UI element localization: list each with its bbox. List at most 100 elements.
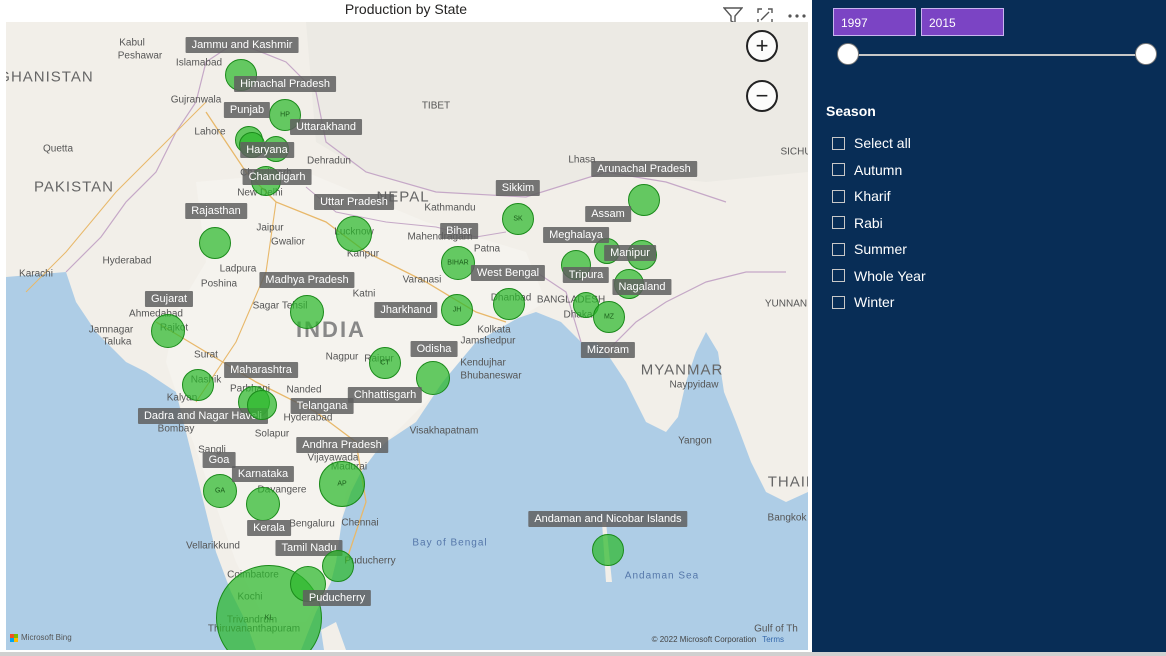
map-place-label: Dehradun (307, 155, 351, 167)
year-slider-end-handle[interactable] (1135, 43, 1157, 65)
state-bubble-jharkhand[interactable]: JH (441, 294, 473, 326)
year-start-input[interactable]: 1997 (833, 8, 916, 36)
state-label-telangana: Telangana (290, 398, 354, 414)
season-option-whole-year[interactable]: Whole Year (832, 263, 926, 290)
season-option-select-all[interactable]: Select all (832, 130, 926, 157)
checkbox-icon[interactable] (832, 295, 845, 309)
checkbox-icon[interactable] (832, 189, 845, 203)
map-place-label: MYANMAR (640, 361, 724, 379)
season-option-label: Select all (854, 135, 911, 152)
season-slicer-title: Season (826, 103, 876, 119)
checkbox-icon[interactable] (832, 242, 845, 256)
state-code: JH (452, 306, 462, 314)
checkbox-icon[interactable] (832, 269, 845, 283)
year-slider-start-handle[interactable] (837, 43, 859, 65)
checkbox-icon[interactable] (832, 216, 845, 230)
map-place-label: Gulf of Th (754, 623, 798, 635)
map-place-label: Quetta (42, 143, 74, 155)
season-option-summer[interactable]: Summer (832, 236, 926, 263)
map-place-label: Ladpura (219, 263, 257, 275)
checkbox-icon[interactable] (832, 163, 845, 177)
state-bubble-puducherry[interactable] (322, 550, 354, 582)
state-label-sikkim: Sikkim (495, 180, 541, 196)
season-option-label: Winter (854, 294, 895, 311)
zoom-in-button[interactable]: + (746, 30, 778, 62)
map-place-label: Karachi (19, 268, 53, 280)
map-place-label: Kathmandu (424, 202, 476, 214)
state-label-bihar: Bihar (440, 223, 478, 239)
season-option-label: Whole Year (854, 267, 926, 284)
season-option-autumn[interactable]: Autumn (832, 157, 926, 184)
state-bubble-sikkim[interactable]: SK (502, 203, 534, 235)
map-place-label: Naypyidaw (669, 379, 719, 391)
state-bubble-andhra-pradesh[interactable]: AP (319, 461, 365, 507)
map-place-label: Gujranwala (170, 94, 222, 106)
year-end-input[interactable]: 2015 (921, 8, 1004, 36)
state-code: KL (264, 614, 274, 622)
map-place-label: THAILA (767, 473, 808, 491)
state-code: BIHAR (447, 259, 469, 267)
season-option-label: Summer (854, 241, 907, 258)
state-label-himachal-pradesh: Himachal Pradesh (234, 76, 336, 92)
state-label-odisha: Odisha (410, 341, 458, 357)
state-code: AP (337, 480, 347, 488)
state-bubble-rajasthan[interactable] (199, 227, 231, 259)
state-label-karnataka: Karnataka (231, 466, 295, 482)
checkbox-icon[interactable] (832, 136, 845, 150)
map-place-label: Jamshedpur (460, 335, 516, 347)
map-place-label: Chennai (341, 517, 379, 529)
map-canvas[interactable]: GHANISTAN PAKISTAN INDIA NEPAL TIBET BANGLADE… (6, 22, 808, 650)
state-bubble-telangana[interactable] (247, 390, 277, 420)
map-place-label: Peshawar (117, 50, 163, 62)
map-place-label: Kendujhar (460, 357, 506, 369)
zoom-out-button[interactable]: − (746, 80, 778, 112)
microsoft-logo-icon (10, 633, 18, 642)
state-bubble-maharashtra[interactable] (182, 369, 214, 401)
map-place-label: Bangkok (767, 512, 807, 524)
map-place-label: Yangon (678, 435, 712, 447)
map-place-label: Nanded (286, 384, 322, 396)
map-place-label: Poshina (200, 278, 238, 290)
state-label-goa: Goa (202, 452, 236, 468)
state-bubble-bihar[interactable]: BIHAR (441, 246, 475, 280)
filter-panel: 1997 2015 Season Select all Autumn Kharif R… (812, 0, 1166, 656)
map-place-label: Jamnagar (88, 324, 134, 336)
state-bubble-karnataka[interactable] (246, 487, 280, 521)
map-place-label: Lahore (194, 126, 226, 138)
map-place-label: Kolkata (477, 324, 511, 336)
state-label-arunachal-pradesh: Arunachal Pradesh (591, 161, 697, 177)
state-label-west-bengal: West Bengal (470, 265, 546, 281)
map-place-label: Hyderabad (102, 255, 152, 267)
state-label-rajasthan: Rajasthan (185, 203, 247, 219)
state-bubble-arunachal-pradesh[interactable] (628, 184, 660, 216)
state-bubble-madhya-pradesh[interactable] (290, 295, 324, 329)
map-place-label: Islamabad (175, 57, 223, 69)
terms-link[interactable]: Terms (762, 635, 784, 644)
state-bubble-uttar-pradesh[interactable] (336, 216, 372, 252)
map-place-label: Bengaluru (289, 518, 335, 530)
map-place-label: Patna (473, 243, 501, 255)
state-bubble-andaman-and-nicobar-islands[interactable] (592, 534, 624, 566)
state-bubble-west-bengal[interactable] (493, 288, 525, 320)
state-bubble-mizoram[interactable]: MZ (593, 301, 625, 333)
state-bubble-gujarat[interactable] (151, 314, 185, 348)
state-label-haryana: Haryana (240, 142, 294, 158)
state-code: MZ (603, 313, 615, 321)
state-label-kerala: Kerala (247, 520, 291, 536)
season-option-winter[interactable]: Winter (832, 289, 926, 316)
state-label-punjab: Punjab (223, 102, 271, 118)
minus-icon: − (755, 83, 769, 108)
season-option-rabi[interactable]: Rabi (832, 210, 926, 237)
season-option-kharif[interactable]: Kharif (832, 183, 926, 210)
year-slider-track[interactable] (848, 54, 1148, 56)
map-place-label: PAKISTAN (34, 178, 114, 196)
state-bubble-chhattisgarh[interactable]: CT (369, 347, 401, 379)
map-place-label: Varanasi (402, 274, 442, 286)
state-label-andaman-and-nicobar-islands: Andaman and Nicobar Islands (528, 511, 688, 527)
page-bottom-border (0, 652, 1166, 656)
map-place-label: Vellarikkund (186, 540, 240, 552)
map-place-label: Bhubaneswar (460, 370, 522, 382)
map-place-label: Jaipur (256, 222, 284, 234)
season-option-label: Rabi (854, 214, 883, 231)
map-place-label: Solapur (254, 428, 290, 440)
